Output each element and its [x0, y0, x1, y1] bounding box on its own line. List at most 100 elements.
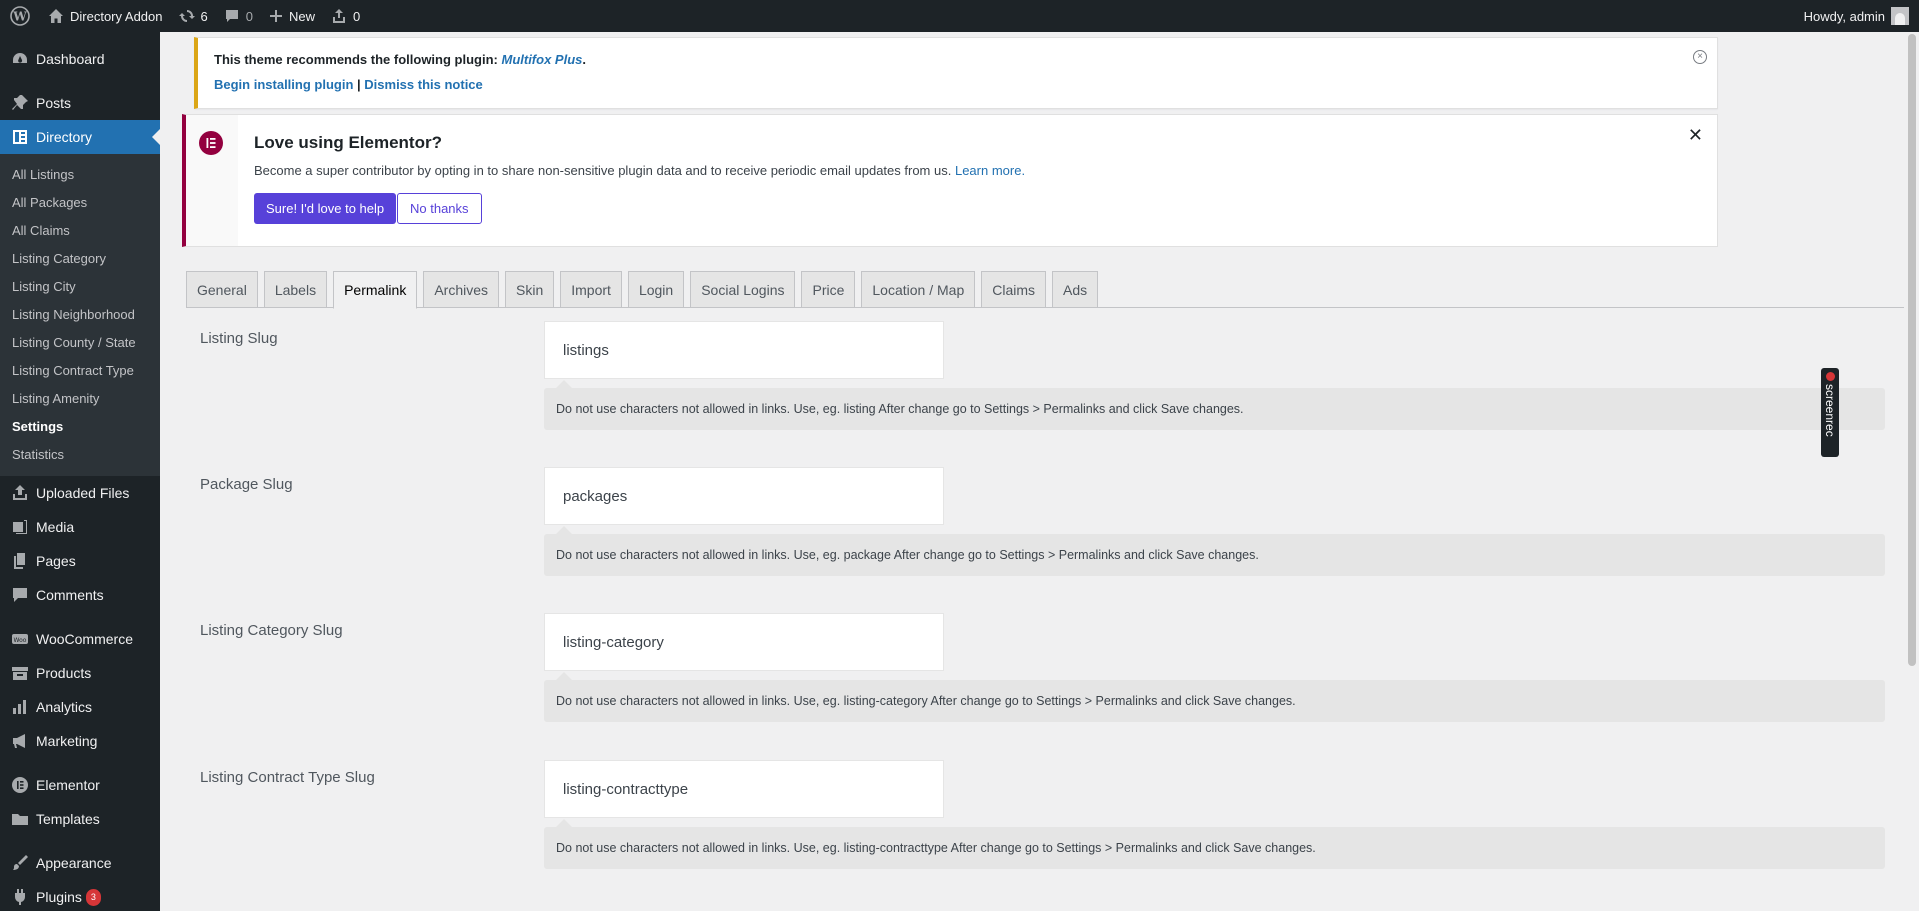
menu-plugins-label: Plugins: [36, 889, 82, 905]
pages-icon: [10, 551, 30, 571]
uploads-link[interactable]: 0: [323, 0, 368, 32]
archive-icon: [10, 663, 30, 683]
tab-ads[interactable]: Ads: [1052, 271, 1099, 308]
tab-import[interactable]: Import: [560, 271, 622, 308]
page-scrollbar[interactable]: [1904, 32, 1919, 911]
home-icon: [49, 9, 63, 23]
plugin-icon: [10, 887, 30, 907]
screenrec-widget[interactable]: screenrec: [1821, 368, 1839, 457]
submenu-statistics[interactable]: Statistics: [0, 441, 160, 469]
links-divider: |: [357, 77, 361, 92]
screenrec-label: screenrec: [1823, 384, 1837, 437]
admin-sidebar: Dashboard Posts Directory All Listings A…: [0, 32, 160, 911]
menu-pages[interactable]: Pages: [0, 544, 160, 578]
menu-appearance[interactable]: Appearance: [0, 846, 160, 880]
listing-slug-input[interactable]: listings: [544, 321, 944, 379]
media-icon: [10, 517, 30, 537]
menu-pages-label: Pages: [36, 553, 76, 569]
menu-posts-label: Posts: [36, 95, 72, 111]
tab-price[interactable]: Price: [801, 271, 856, 308]
tab-login[interactable]: Login: [627, 271, 685, 308]
menu-comments-label: Comments: [36, 587, 104, 603]
optin-yes-button[interactable]: Sure! I'd love to help: [254, 193, 397, 224]
menu-templates[interactable]: Templates: [0, 802, 160, 836]
menu-media[interactable]: Media: [0, 510, 160, 544]
tab-social-logins[interactable]: Social Logins: [690, 271, 796, 308]
menu-posts[interactable]: Posts: [0, 86, 160, 120]
site-name-link[interactable]: Directory Addon: [40, 0, 171, 32]
field-label: Listing Contract Type Slug: [200, 769, 375, 786]
submenu-all-packages[interactable]: All Packages: [0, 189, 160, 217]
tab-general[interactable]: General: [186, 271, 258, 308]
svg-text:W: W: [12, 10, 27, 24]
submenu-listing-category[interactable]: Listing Category: [0, 245, 160, 273]
elementor-optin-notice: Love using Elementor? Become a super con…: [182, 114, 1718, 247]
dismiss-notice-link[interactable]: Dismiss this notice: [364, 77, 482, 92]
menu-plugins[interactable]: Plugins 3: [0, 880, 160, 911]
close-icon[interactable]: ✕: [1688, 125, 1703, 146]
folder-icon: [10, 809, 30, 829]
learn-more-link[interactable]: Learn more.: [955, 163, 1025, 178]
menu-analytics-label: Analytics: [36, 699, 93, 715]
dismiss-icon[interactable]: ×: [1693, 50, 1707, 64]
menu-products[interactable]: Products: [0, 656, 160, 690]
menu-marketing[interactable]: Marketing: [0, 724, 160, 758]
notice-text: This theme recommends the following plug…: [214, 52, 498, 67]
wordpress-logo-icon[interactable]: W: [0, 0, 40, 32]
menu-woocommerce[interactable]: Woo WooCommerce: [0, 622, 160, 656]
submenu-all-listings[interactable]: All Listings: [0, 161, 160, 189]
site-name: Directory Addon: [70, 8, 163, 24]
field-description: Do not use characters not allowed in lin…: [544, 672, 1885, 722]
field-description: Do not use characters not allowed in lin…: [544, 380, 1885, 430]
upload-icon: [332, 9, 345, 23]
submenu-settings[interactable]: Settings: [0, 413, 160, 441]
upload-icon: [10, 483, 30, 503]
admin-bar: W Directory Addon 6 0 New 0 Howdy, admin: [0, 0, 1919, 32]
plugins-update-badge: 3: [85, 888, 101, 906]
submenu-listing-county-state[interactable]: Listing County / State: [0, 329, 160, 357]
notice-period: .: [582, 52, 586, 67]
my-account[interactable]: Howdy, admin: [1804, 7, 1919, 25]
chart-bar-icon: [10, 697, 30, 717]
menu-analytics[interactable]: Analytics: [0, 690, 160, 724]
listing-category-slug-input[interactable]: listing-category: [544, 613, 944, 671]
tab-claims[interactable]: Claims: [981, 271, 1047, 308]
elementor-icon: [10, 775, 30, 795]
scrollbar-thumb[interactable]: [1908, 34, 1916, 666]
menu-directory[interactable]: Directory: [0, 120, 160, 154]
notice-text-line: This theme recommends the following plug…: [214, 52, 1701, 67]
comment-icon: [10, 585, 30, 605]
submenu-all-claims[interactable]: All Claims: [0, 217, 160, 245]
megaphone-icon: [10, 731, 30, 751]
submenu-listing-contract-type[interactable]: Listing Contract Type: [0, 357, 160, 385]
menu-appearance-label: Appearance: [36, 855, 112, 871]
listing-contract-type-slug-input[interactable]: listing-contracttype: [544, 760, 944, 818]
submenu-listing-city[interactable]: Listing City: [0, 273, 160, 301]
package-slug-input[interactable]: packages: [544, 467, 944, 525]
field-description: Do not use characters not allowed in lin…: [544, 526, 1885, 576]
tab-skin[interactable]: Skin: [505, 271, 555, 308]
tab-labels[interactable]: Labels: [263, 271, 328, 308]
tab-permalink[interactable]: Permalink: [333, 271, 418, 309]
begin-installing-link[interactable]: Begin installing plugin: [214, 77, 353, 92]
new-content-link[interactable]: New: [261, 0, 323, 32]
optin-no-button[interactable]: No thanks: [397, 193, 482, 224]
pin-icon: [10, 93, 30, 113]
menu-dashboard[interactable]: Dashboard: [0, 42, 160, 76]
menu-dashboard-label: Dashboard: [36, 51, 105, 67]
field-label: Listing Slug: [200, 330, 278, 347]
multifox-plus-link[interactable]: Multifox Plus: [501, 52, 582, 67]
menu-elementor[interactable]: Elementor: [0, 768, 160, 802]
updates-link[interactable]: 6: [171, 0, 216, 32]
menu-comments[interactable]: Comments: [0, 578, 160, 612]
tab-archives[interactable]: Archives: [423, 271, 500, 308]
field-label: Listing Category Slug: [200, 622, 343, 639]
menu-uploaded-files[interactable]: Uploaded Files: [0, 476, 160, 510]
submenu-listing-neighborhood[interactable]: Listing Neighborhood: [0, 301, 160, 329]
submenu-listing-amenity[interactable]: Listing Amenity: [0, 385, 160, 413]
tab-location-map[interactable]: Location / Map: [861, 271, 976, 308]
notice-links: Begin installing plugin | Dismiss this n…: [214, 77, 1701, 92]
comments-link[interactable]: 0: [216, 0, 261, 32]
svg-text:Woo: Woo: [14, 637, 27, 644]
plugin-recommendation-notice: This theme recommends the following plug…: [194, 37, 1718, 109]
